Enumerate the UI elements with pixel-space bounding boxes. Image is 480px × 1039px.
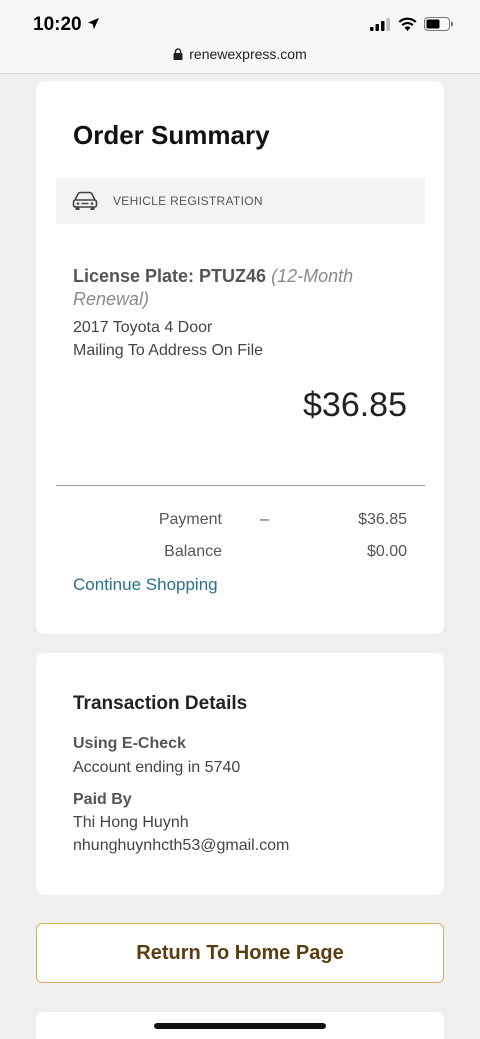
continue-shopping-link[interactable]: Continue Shopping bbox=[73, 575, 218, 595]
return-home-button[interactable]: Return To Home Page bbox=[36, 923, 444, 983]
wifi-icon bbox=[398, 17, 417, 31]
account-ending-text: Account ending in 5740 bbox=[73, 759, 241, 776]
payment-method-heading: Using E-Check bbox=[73, 735, 186, 752]
transaction-details-title: Transaction Details bbox=[73, 693, 248, 714]
payer-email: nhunghuynhcth53@gmail.com bbox=[73, 837, 290, 854]
lock-icon bbox=[173, 48, 183, 60]
location-arrow-icon bbox=[87, 17, 100, 30]
address-bar[interactable]: renewexpress.com bbox=[0, 46, 480, 62]
payment-dash: – bbox=[260, 511, 269, 528]
license-plate-label: License Plate: PTUZ46 bbox=[73, 266, 267, 286]
vehicle-description: 2017 Toyota 4 Door bbox=[73, 319, 213, 336]
order-summary-card: Order Summary VEHICLE REGISTRATION Licen… bbox=[36, 81, 444, 634]
home-indicator[interactable] bbox=[154, 1023, 326, 1029]
mailing-info: Mailing To Address On File bbox=[73, 342, 264, 359]
license-plate-line: License Plate: PTUZ46 (12-Month Renewal) bbox=[73, 265, 393, 311]
balance-label: Balance bbox=[164, 543, 222, 560]
balance-value: $0.00 bbox=[366, 543, 407, 560]
status-time: 10:20 bbox=[33, 14, 82, 35]
cellular-signal-icon bbox=[370, 18, 390, 31]
summary-divider bbox=[56, 485, 425, 486]
category-header: VEHICLE REGISTRATION bbox=[56, 178, 425, 224]
order-summary-title: Order Summary bbox=[73, 120, 270, 150]
category-label: VEHICLE REGISTRATION bbox=[113, 194, 263, 208]
url-text: renewexpress.com bbox=[189, 46, 307, 62]
payment-value: $36.85 bbox=[358, 511, 407, 528]
transaction-details-card: Transaction Details Using E-Check Accoun… bbox=[36, 653, 444, 895]
car-icon bbox=[72, 191, 98, 210]
item-price: $36.85 bbox=[303, 386, 407, 424]
paid-by-heading: Paid By bbox=[73, 791, 132, 808]
payment-label: Payment bbox=[158, 511, 222, 528]
battery-icon bbox=[424, 17, 453, 31]
browser-top-bar: 10:20 renewexpress.com bbox=[0, 0, 480, 74]
payer-name: Thi Hong Huynh bbox=[73, 814, 189, 831]
